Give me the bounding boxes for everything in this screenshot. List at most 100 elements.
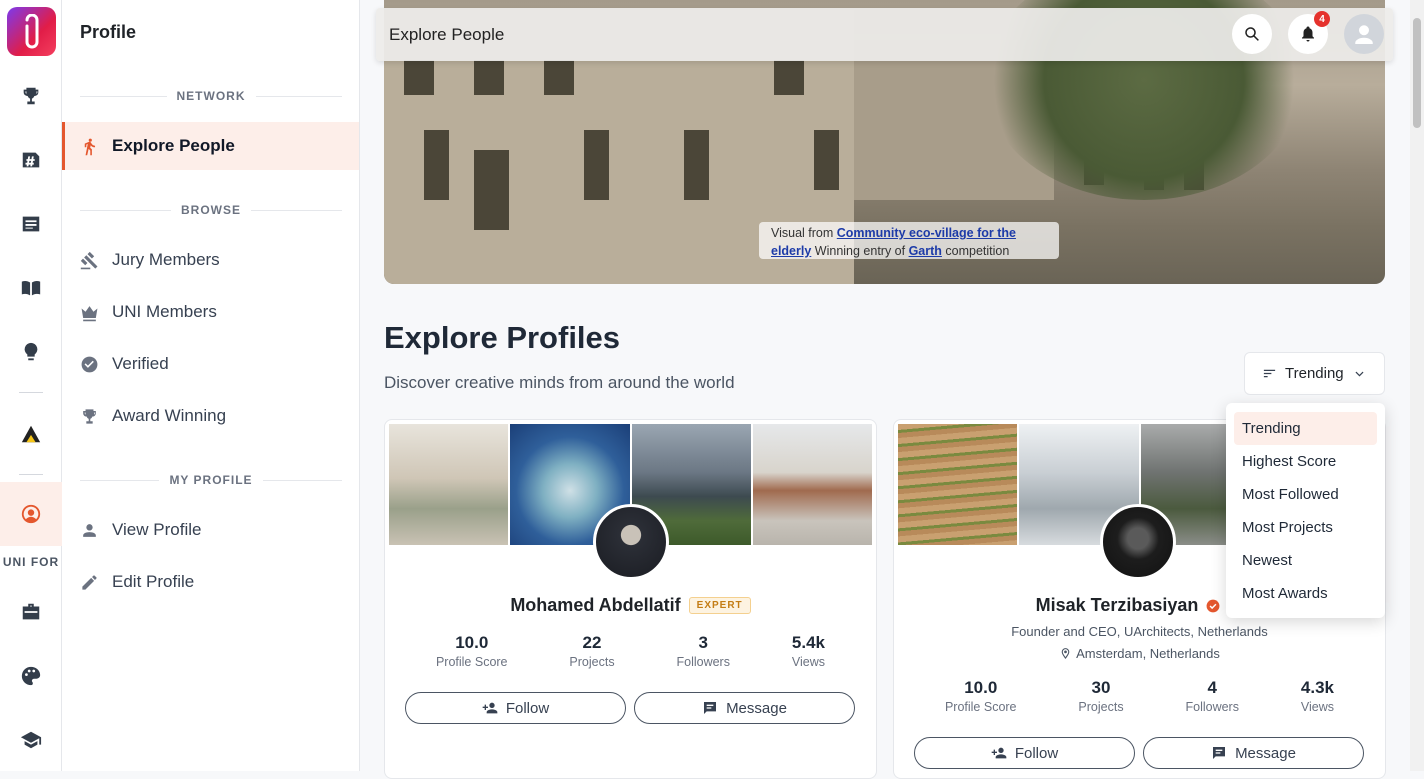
stat-projects: 30 Projects bbox=[1078, 678, 1123, 716]
expert-badge: EXPERT bbox=[688, 597, 751, 614]
app-logo[interactable] bbox=[7, 7, 56, 56]
main-content: Visual from Community eco-village for th… bbox=[360, 0, 1410, 779]
stat-value: 4 bbox=[1207, 678, 1217, 697]
avatar[interactable] bbox=[593, 504, 669, 580]
trophy-icon[interactable] bbox=[0, 64, 62, 128]
sidebar-item-explore-people[interactable]: Explore People bbox=[62, 122, 359, 170]
follow-button[interactable]: Follow bbox=[914, 737, 1135, 769]
notification-count-badge: 4 bbox=[1314, 11, 1330, 27]
chevron-down-icon bbox=[1355, 371, 1364, 377]
message-button[interactable]: Message bbox=[634, 692, 855, 724]
hashtag-board-icon[interactable] bbox=[0, 128, 62, 192]
project-thumbnail[interactable] bbox=[752, 424, 872, 545]
sidebar-item-label: Jury Members bbox=[112, 250, 220, 269]
stat-label: Projects bbox=[1078, 700, 1124, 714]
stat-profile-score: 10.0 Profile Score bbox=[945, 678, 1017, 716]
briefcase-icon[interactable] bbox=[0, 580, 62, 644]
check-circle-icon bbox=[81, 356, 98, 372]
profile-sidebar: Profile NETWORK Explore People BROWSE Ju… bbox=[62, 0, 360, 771]
stat-label: Views bbox=[791, 655, 826, 669]
sort-dropdown-button[interactable]: Trending bbox=[1244, 352, 1385, 395]
sort-option-most-followed[interactable]: Most Followed bbox=[1234, 478, 1377, 511]
profile-stats: 10.0 Profile Score 30 Projects 4 Followers … bbox=[894, 678, 1385, 716]
stat-label: Followers bbox=[676, 655, 730, 669]
add-person-icon bbox=[482, 702, 498, 714]
verified-badge-icon bbox=[1206, 599, 1220, 612]
sort-option-highest-score[interactable]: Highest Score bbox=[1234, 445, 1377, 478]
profile-stats: 10.0 Profile Score 22 Projects 3 Followers … bbox=[385, 633, 876, 671]
sort-option-most-awards[interactable]: Most Awards bbox=[1234, 577, 1377, 610]
stat-label: Profile Score bbox=[944, 700, 1017, 714]
sort-dropdown-menu: Trending Highest Score Most Followed Mos… bbox=[1226, 403, 1385, 618]
sidebar-item-verified[interactable]: Verified bbox=[62, 340, 359, 388]
message-icon bbox=[1213, 747, 1226, 759]
search-button[interactable] bbox=[1232, 14, 1272, 54]
news-icon[interactable] bbox=[0, 192, 62, 256]
rail-divider bbox=[19, 474, 43, 475]
stat-followers: 3 Followers bbox=[676, 633, 730, 671]
sort-icon bbox=[1263, 369, 1276, 378]
architecture-logo-icon[interactable] bbox=[0, 402, 62, 466]
person-icon bbox=[83, 523, 96, 537]
caption-competition-link[interactable]: Garth bbox=[909, 244, 942, 258]
project-thumbnail[interactable] bbox=[389, 424, 509, 545]
sidebar-item-uni-members[interactable]: UNI Members bbox=[62, 288, 359, 336]
location-pin-icon bbox=[1061, 648, 1070, 659]
icon-rail: UNI FOR bbox=[0, 0, 62, 771]
rail-section-label: UNI FOR bbox=[2, 555, 60, 569]
stat-label: Views bbox=[1300, 700, 1335, 714]
message-button[interactable]: Message bbox=[1143, 737, 1364, 769]
profile-name[interactable]: Misak Terzibasiyan bbox=[1036, 595, 1199, 616]
lightbulb-icon[interactable] bbox=[0, 320, 62, 384]
sidebar-item-label: Verified bbox=[112, 354, 169, 373]
avatar[interactable] bbox=[1100, 504, 1176, 580]
profile-name[interactable]: Mohamed Abdellatif bbox=[510, 595, 680, 616]
stat-label: Followers bbox=[1185, 700, 1239, 714]
sort-option-most-projects[interactable]: Most Projects bbox=[1234, 511, 1377, 544]
user-avatar-button[interactable] bbox=[1344, 14, 1384, 54]
page-scrollbar[interactable] bbox=[1410, 0, 1424, 771]
sort-option-newest[interactable]: Newest bbox=[1234, 544, 1377, 577]
notifications-button[interactable]: 4 bbox=[1288, 11, 1330, 54]
profile-name-row: Mohamed Abdellatif EXPERT bbox=[385, 595, 876, 616]
walking-person-icon bbox=[84, 138, 96, 155]
sidebar-item-label: UNI Members bbox=[112, 302, 217, 321]
search-icon bbox=[1245, 27, 1259, 41]
section-browse: BROWSE bbox=[80, 203, 342, 217]
sidebar-item-label: View Profile bbox=[112, 520, 202, 539]
avatar-placeholder-icon bbox=[1355, 25, 1373, 44]
follow-label: Follow bbox=[1014, 744, 1059, 762]
graduation-cap-icon[interactable] bbox=[0, 708, 62, 772]
stat-value: 10.0 bbox=[455, 633, 489, 652]
hero-caption: Visual from Community eco-village for th… bbox=[759, 222, 1059, 259]
sidebar-item-award-winning[interactable]: Award Winning bbox=[62, 392, 359, 440]
stat-value: 5.4k bbox=[791, 633, 825, 652]
sidebar-item-jury-members[interactable]: Jury Members bbox=[62, 236, 359, 284]
rail-divider bbox=[19, 392, 43, 393]
palette-icon[interactable] bbox=[0, 644, 62, 708]
sidebar-item-label: Explore People bbox=[112, 136, 235, 155]
book-icon[interactable] bbox=[0, 256, 62, 320]
stat-value: 4.3k bbox=[1300, 678, 1334, 697]
stat-projects: 22 Projects bbox=[569, 633, 614, 671]
section-my-profile: MY PROFILE bbox=[80, 473, 342, 487]
bell-icon bbox=[1302, 26, 1314, 42]
sidebar-item-label: Edit Profile bbox=[112, 572, 195, 591]
profile-circle-icon[interactable] bbox=[0, 482, 62, 546]
page-title: Explore People bbox=[389, 25, 505, 44]
follow-button[interactable]: Follow bbox=[405, 692, 626, 724]
message-label: Message bbox=[726, 699, 787, 717]
project-thumbnail[interactable] bbox=[898, 424, 1018, 545]
trophy-icon bbox=[83, 408, 96, 424]
sort-option-trending[interactable]: Trending bbox=[1234, 412, 1377, 445]
page-heading: Explore Profiles bbox=[384, 320, 621, 355]
sidebar-item-view-profile[interactable]: View Profile bbox=[62, 506, 359, 554]
message-label: Message bbox=[1235, 744, 1296, 762]
sidebar-title: Profile bbox=[80, 22, 137, 42]
stat-label: Profile Score bbox=[435, 655, 508, 669]
scrollbar-thumb[interactable] bbox=[1413, 18, 1421, 128]
profile-card[interactable]: Mohamed Abdellatif EXPERT 10.0 Profile Sc… bbox=[384, 419, 877, 779]
gavel-icon bbox=[80, 251, 98, 269]
stat-value: 3 bbox=[698, 633, 708, 652]
sidebar-item-edit-profile[interactable]: Edit Profile bbox=[62, 558, 359, 606]
